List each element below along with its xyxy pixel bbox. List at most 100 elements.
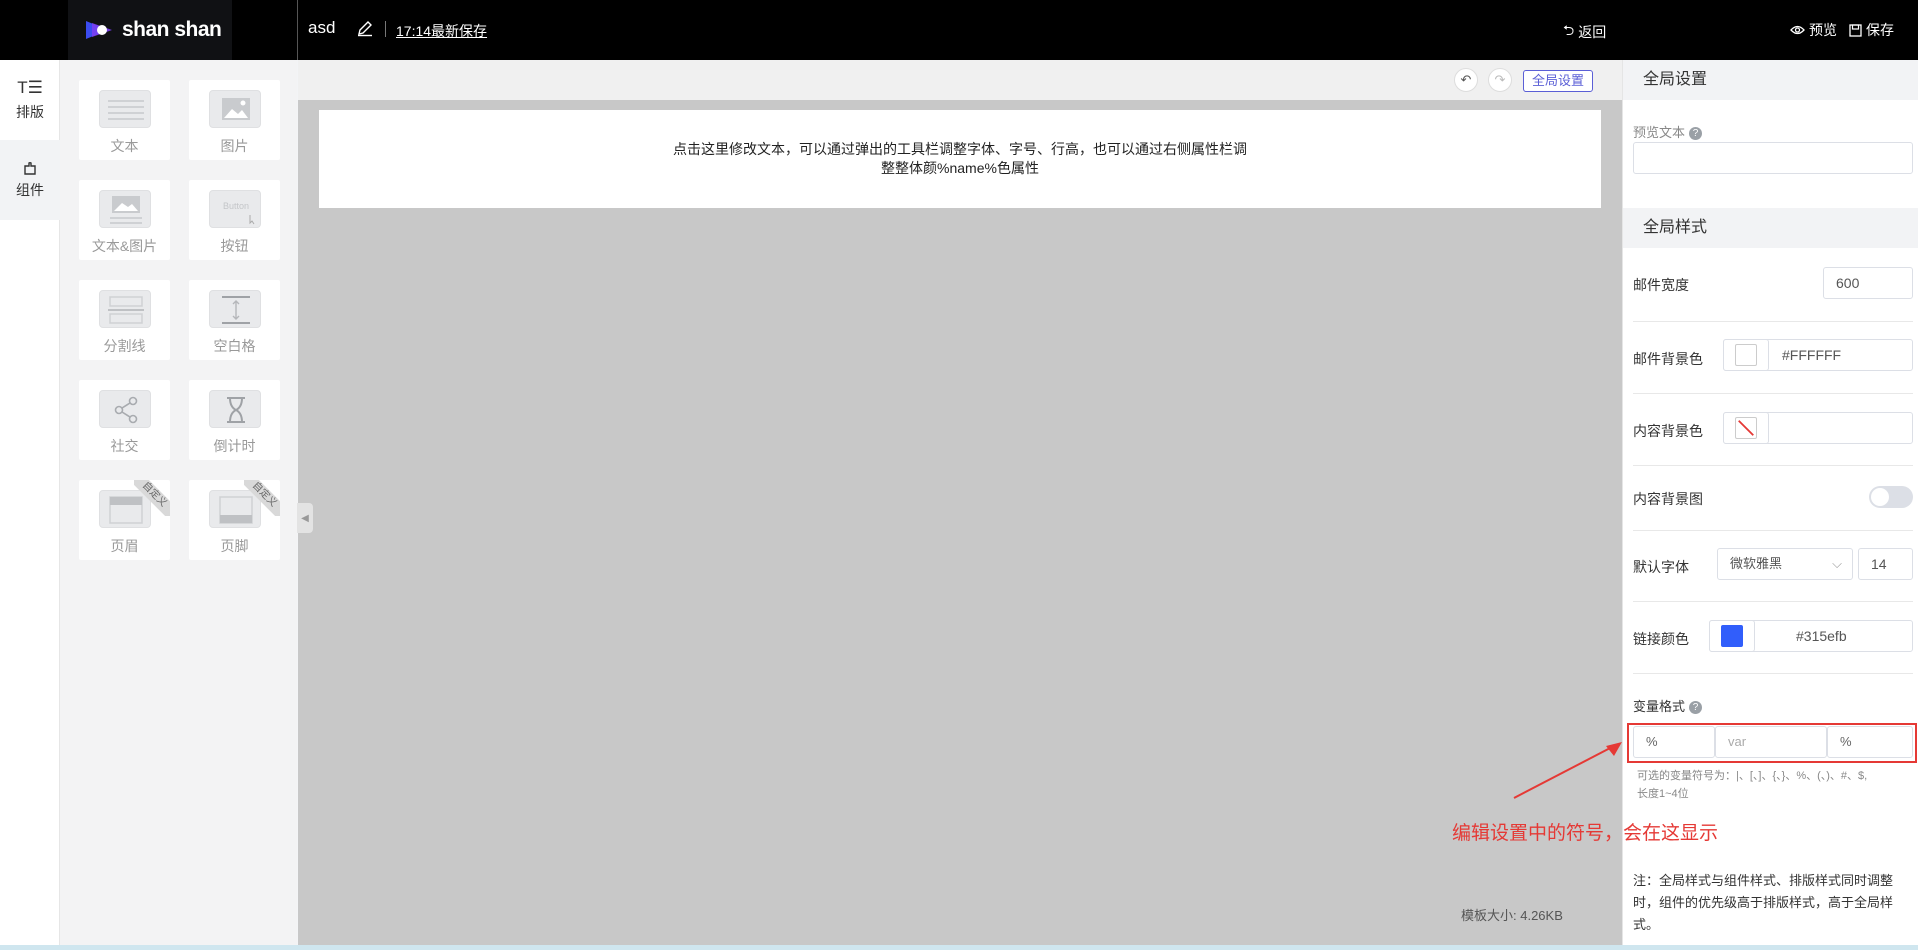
email-text-block[interactable]: 点击这里修改文本，可以通过弹出的工具栏调整字体、字号、行高，也可以通过右侧属性栏…: [319, 110, 1601, 208]
return-arrow-icon: ⮌: [1563, 22, 1575, 38]
preview-button[interactable]: 预览: [1790, 20, 1837, 40]
var-hint-line: 可选的变量符号为：|、[、]、{、}、%、(、)、#、$,: [1637, 770, 1868, 782]
text-block-icon: [98, 90, 151, 128]
logo-mark-icon: [86, 21, 112, 39]
component-label: 文本: [110, 138, 139, 154]
component-footer[interactable]: 自定义 页脚: [189, 480, 280, 560]
save-button[interactable]: 保存: [1849, 20, 1894, 40]
component-text-image[interactable]: 文本&图片: [79, 180, 170, 260]
divider: [297, 0, 298, 60]
annotation-text: 编辑设置中的符号，会在这显示: [1452, 823, 1719, 844]
button-thumb-text: Button: [222, 201, 248, 211]
rail-item-layout[interactable]: T☰ 排版: [0, 60, 60, 140]
label-text: 变量格式: [1633, 699, 1686, 714]
last-saved-time[interactable]: 17:14最新保存: [396, 21, 487, 41]
properties-panel: 全局设置 预览文本? 全局样式 邮件宽度 600 邮件背景色 #FFFFFF 内…: [1622, 60, 1918, 950]
global-settings-button[interactable]: 全局设置: [1523, 70, 1594, 92]
no-color-swatch-icon[interactable]: [1735, 417, 1757, 439]
email-text[interactable]: 点击这里修改文本，可以通过弹出的工具栏调整字体、字号、行高，也可以通过右侧属性栏…: [660, 140, 1260, 178]
section-header-global-style: 全局样式: [1623, 208, 1918, 248]
divider: [385, 21, 386, 37]
divider: [1633, 530, 1913, 531]
component-social[interactable]: 社交: [79, 380, 170, 460]
component-text[interactable]: 文本: [79, 80, 170, 160]
component-panel: 文本 图片 文本&图片 Button 按钮 分割线 空白格 社交 倒计时 自定义…: [60, 60, 297, 950]
document-title[interactable]: asd: [308, 18, 335, 38]
label-text: 预览文本: [1633, 125, 1686, 140]
save-label: 保存: [1866, 22, 1894, 38]
spacer-icon: [208, 290, 261, 328]
mail-width-input[interactable]: 600: [1823, 267, 1913, 299]
component-header[interactable]: 自定义 页眉: [79, 480, 170, 560]
custom-ribbon: 自定义: [134, 480, 170, 516]
share-icon: [98, 390, 151, 428]
floppy-disk-icon: [1849, 23, 1862, 37]
editor-canvas: ↶ ↷ 全局设置 点击这里修改文本，可以通过弹出的工具栏调整字体、字号、行高，也…: [298, 60, 1622, 950]
divider: [1633, 393, 1913, 394]
component-icon: [24, 162, 36, 175]
redo-icon: ↷: [1494, 72, 1506, 87]
undo-button[interactable]: ↶: [1454, 68, 1478, 92]
component-spacer[interactable]: 空白格: [189, 280, 280, 360]
component-label: 分割线: [103, 338, 146, 354]
rail-item-label: 组件: [16, 182, 44, 198]
link-color-swatch[interactable]: [1721, 625, 1743, 647]
component-countdown[interactable]: 倒计时: [189, 380, 280, 460]
pencil-edit-icon[interactable]: [356, 19, 374, 37]
annotation-arrow-icon: [1513, 742, 1622, 799]
custom-ribbon: 自定义: [244, 480, 280, 516]
email-text-line: 点击这里修改文本，可以通过弹出的工具栏调整字体、字号、行高，也可以通过右侧属性栏…: [673, 141, 1247, 157]
component-label: 社交: [110, 438, 139, 454]
var-format-label: 变量格式?: [1633, 696, 1703, 715]
annotation-highlight-box: [1627, 723, 1917, 763]
redo-button[interactable]: ↷: [1488, 68, 1512, 92]
canvas-toolbar: ↶ ↷ 全局设置: [298, 60, 1622, 100]
default-font-label: 默认字体: [1633, 559, 1689, 575]
rail-item-label: 排版: [16, 104, 44, 120]
preview-text-input[interactable]: [1633, 142, 1913, 174]
chevron-down-icon: ⌵: [1832, 556, 1842, 571]
layout-icon: T☰: [17, 78, 43, 97]
back-label: 返回: [1578, 24, 1607, 40]
divider-icon: [98, 290, 151, 328]
hourglass-icon: [208, 390, 261, 428]
divider: [1633, 321, 1913, 322]
component-divider[interactable]: 分割线: [79, 280, 170, 360]
component-button[interactable]: Button 按钮: [189, 180, 280, 260]
chevron-left-icon: ◀: [301, 512, 309, 524]
ribbon-label: 自定义: [134, 480, 170, 516]
content-bg-image-toggle[interactable]: [1869, 486, 1913, 508]
default-font-size-input[interactable]: 14: [1858, 548, 1913, 580]
logo-text: shan shan: [122, 18, 222, 41]
undo-icon: ↶: [1460, 72, 1472, 87]
template-size: 模板大小: 4.26KB: [1461, 908, 1563, 923]
bottom-strip: [0, 945, 1918, 950]
preview-text-label: 预览文本?: [1633, 122, 1703, 141]
component-label: 页脚: [220, 538, 249, 554]
help-icon[interactable]: ?: [1689, 127, 1703, 140]
content-bg-image-label: 内容背景图: [1633, 491, 1703, 507]
var-hint-line: 长度1~4位: [1637, 788, 1689, 800]
component-label: 图片: [220, 138, 249, 154]
preview-label: 预览: [1809, 22, 1837, 38]
component-label: 空白格: [213, 338, 256, 354]
mail-bg-label: 邮件背景色: [1633, 351, 1703, 367]
default-font-select[interactable]: 微软雅黑 ⌵: [1717, 548, 1853, 580]
email-text-line: 整整体颜%name%色属性: [881, 160, 1039, 176]
content-bg-label: 内容背景色: [1633, 423, 1703, 439]
mail-bg-color-swatch[interactable]: [1735, 344, 1757, 366]
logo[interactable]: shan shan: [68, 0, 232, 60]
divider: [1633, 601, 1913, 602]
divider: [1633, 465, 1913, 466]
collapse-panel-button[interactable]: ◀: [297, 503, 313, 533]
back-button[interactable]: ⮌ 返回: [1563, 20, 1606, 44]
style-priority-note: 注：全局样式与组件样式、排版样式同时调整时，组件的优先级高于排版样式，高于全局样…: [1633, 873, 1894, 932]
image-icon: [208, 90, 261, 128]
link-color-label: 链接颜色: [1633, 631, 1689, 647]
component-label: 文本&图片: [91, 238, 158, 254]
mail-width-label: 邮件宽度: [1633, 277, 1689, 293]
component-label: 倒计时: [213, 438, 256, 454]
component-image[interactable]: 图片: [189, 80, 280, 160]
help-icon[interactable]: ?: [1689, 701, 1703, 714]
rail-item-components[interactable]: 组件: [0, 140, 60, 220]
